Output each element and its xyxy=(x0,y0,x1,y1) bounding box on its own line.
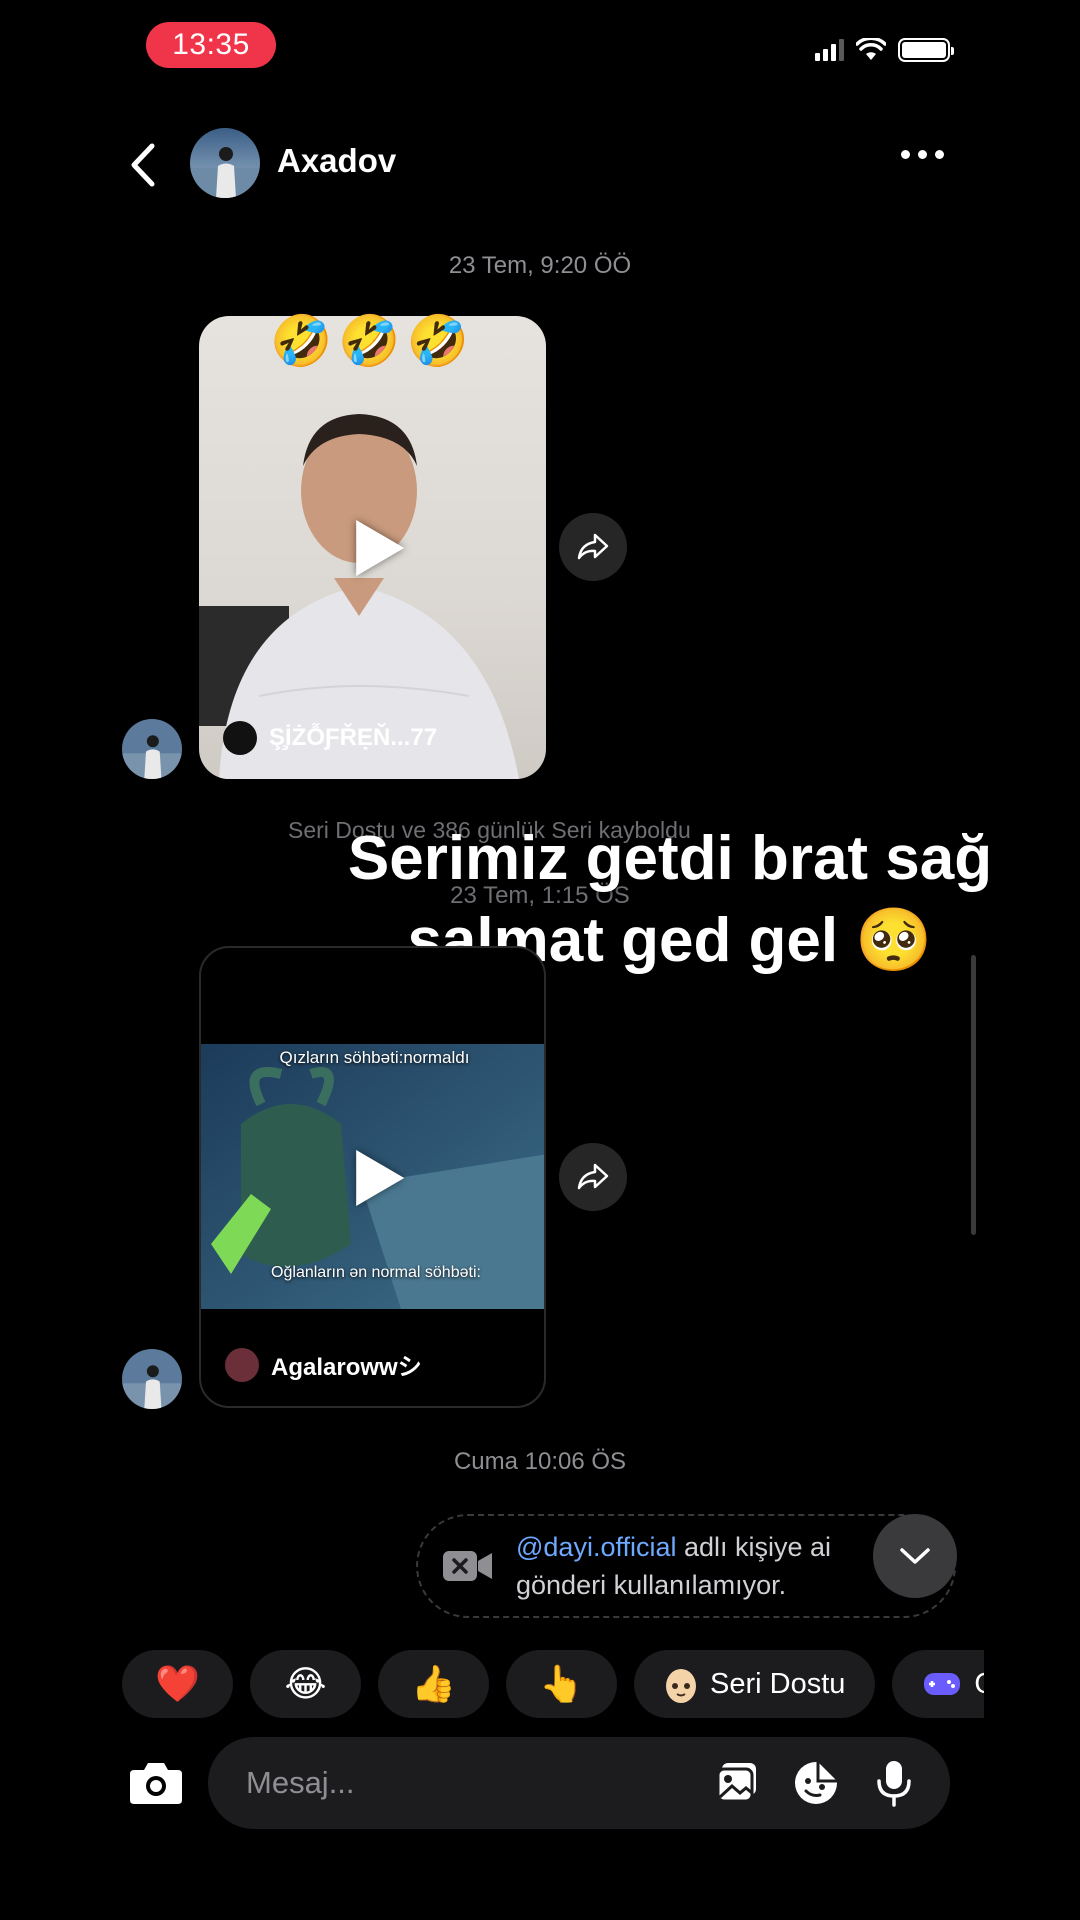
message-composer xyxy=(208,1737,950,1829)
reel-author-name[interactable]: Ş̧İŻỖƑŘẸŇ...77 xyxy=(269,724,437,752)
reel-author-name[interactable]: Agalarowwシ xyxy=(271,1347,422,1382)
message-timestamp: 23 Tem, 9:20 ÖÖ xyxy=(448,252,632,279)
battery-icon xyxy=(898,38,954,62)
games-chip[interactable]: O xyxy=(892,1650,984,1718)
unavailable-text-line1: adlı kişiye ai xyxy=(676,1532,832,1562)
message-input[interactable] xyxy=(246,1759,626,1807)
play-icon[interactable] xyxy=(355,1150,404,1206)
wifi-icon xyxy=(856,38,886,60)
seri-dostu-chip[interactable]: Seri Dostu xyxy=(634,1650,876,1718)
mention-link[interactable]: @dayi.official xyxy=(516,1532,676,1562)
sender-avatar[interactable] xyxy=(122,719,182,779)
quick-reaction-thumbs-up[interactable]: 👍 xyxy=(378,1650,489,1718)
seri-dostu-label: Seri Dostu xyxy=(710,1667,846,1700)
game-controller-icon xyxy=(924,1673,961,1695)
scrollbar[interactable] xyxy=(971,955,976,1235)
chevron-down-icon xyxy=(900,1548,930,1564)
play-icon[interactable] xyxy=(355,519,404,576)
contact-name[interactable]: Axadov xyxy=(277,142,396,180)
share-icon xyxy=(577,1163,609,1190)
sender-avatar[interactable] xyxy=(122,1349,182,1409)
share-button[interactable] xyxy=(559,513,627,581)
back-chevron-icon[interactable] xyxy=(126,140,160,190)
status-icons xyxy=(815,38,954,62)
video-unavailable-icon xyxy=(443,1551,492,1581)
reel-author-avatar xyxy=(223,721,257,755)
quick-reactions-bar: ❤️ 😂 👍 👆 Seri Dostu O xyxy=(122,1650,984,1720)
camera-icon[interactable] xyxy=(128,1758,184,1806)
shared-reel-2[interactable]: Qızların söhbəti:normaldı Oğlanların ən … xyxy=(199,946,546,1408)
quick-reaction-laugh[interactable]: 😂 xyxy=(250,1650,361,1718)
share-button[interactable] xyxy=(559,1143,627,1211)
sticker-icon[interactable] xyxy=(792,1759,840,1807)
reel-author-avatar xyxy=(225,1347,259,1382)
games-label: O xyxy=(974,1668,984,1701)
message-timestamp: Cuma 10:06 ÖS xyxy=(453,1448,627,1475)
share-icon xyxy=(577,533,609,560)
more-options-icon[interactable] xyxy=(901,150,944,159)
quick-reaction-heart[interactable]: ❤️ xyxy=(122,1650,233,1718)
unavailable-text-line2: gönderi kullanılamıyor. xyxy=(516,1570,787,1600)
contact-avatar[interactable] xyxy=(190,128,260,198)
scroll-to-bottom-button[interactable] xyxy=(873,1514,957,1598)
gallery-icon[interactable] xyxy=(714,1759,762,1807)
shared-reel-1[interactable]: Ş̧İŻỖƑŘẸŇ...77 xyxy=(199,316,546,779)
cellular-signal-icon xyxy=(815,39,844,61)
quick-reaction-point-up[interactable]: 👆 xyxy=(506,1650,617,1718)
egg-face-icon xyxy=(666,1669,696,1703)
reel-1-emoji-overlay: 🤣🤣🤣 xyxy=(270,313,475,369)
microphone-icon[interactable] xyxy=(870,1759,918,1807)
reel-2-bottom-caption: Oğlanların ən normal söhbəti: xyxy=(271,1264,481,1281)
status-time: 13:35 xyxy=(146,22,276,68)
reel-2-top-caption: Qızların söhbəti:normaldı xyxy=(279,1048,470,1067)
